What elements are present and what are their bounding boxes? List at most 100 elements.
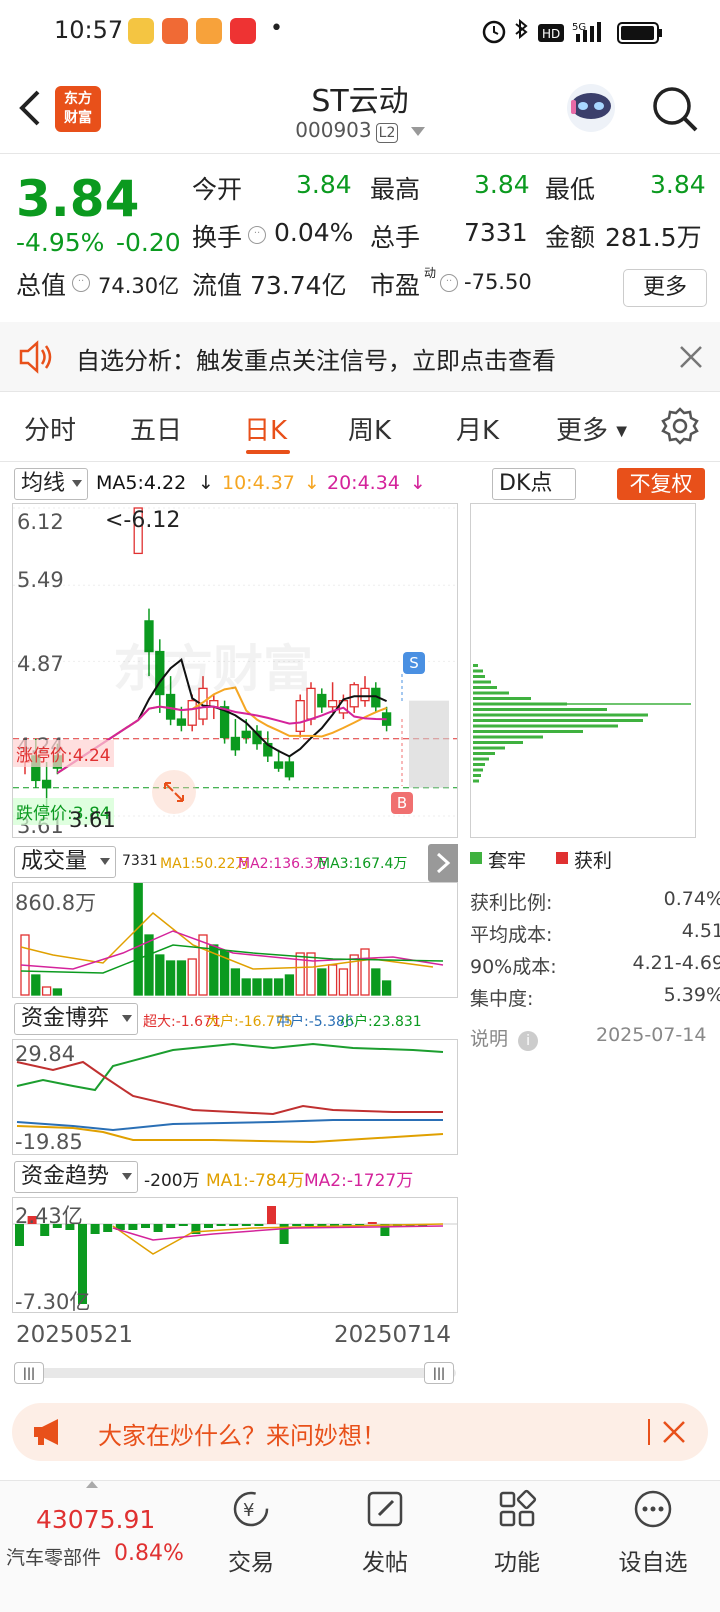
- more-dots-icon: [634, 1490, 672, 1528]
- candle: [360, 687, 370, 702]
- close-icon[interactable]: [678, 344, 704, 370]
- trend-bar: [128, 1224, 138, 1230]
- ma20-arrow: ↓: [410, 472, 426, 494]
- index-change: 0.84%: [114, 1541, 184, 1566]
- volume-panel: 860.8万: [12, 882, 458, 998]
- chip-bar: [473, 752, 495, 755]
- expand-panel-button[interactable]: [428, 844, 458, 882]
- expand-up-icon[interactable]: [86, 1481, 98, 1488]
- trend-bar: [229, 1224, 239, 1226]
- chip-bar: [473, 779, 479, 783]
- volume-value: 7331: [464, 218, 528, 247]
- robot-assistant-icon[interactable]: [563, 80, 619, 138]
- tab-five-day[interactable]: 五日: [130, 410, 182, 447]
- trend-bar: [103, 1224, 113, 1232]
- volume-ma1: MA1:50.22万: [160, 856, 250, 872]
- analysis-strip[interactable]: 自选分析：触发重点关注信号，立即点击查看: [0, 322, 720, 392]
- close-icon[interactable]: [662, 1420, 686, 1444]
- candle: [273, 761, 284, 769]
- chip-bar: [473, 724, 618, 728]
- chip-bar: [473, 680, 491, 684]
- volume-bar: [306, 952, 316, 996]
- chip-note[interactable]: 说明 i: [470, 1024, 539, 1051]
- scroll-handle-right[interactable]: |||: [424, 1362, 454, 1384]
- info-icon[interactable]: ··: [440, 274, 458, 292]
- expand-icon[interactable]: [151, 769, 197, 815]
- adjust-button[interactable]: 不复权: [617, 468, 705, 500]
- trend-bar: [292, 1224, 302, 1226]
- post-button[interactable]: 发帖: [330, 1489, 440, 1577]
- indicator-selector[interactable]: 均线: [14, 468, 88, 500]
- trend-bar: [178, 1224, 188, 1226]
- chip-bar: [473, 669, 483, 673]
- edit-icon: [367, 1491, 403, 1527]
- tab-monthly-k[interactable]: 月K: [456, 410, 499, 447]
- ma5-arrow: ↓: [198, 472, 214, 494]
- tab-intraday[interactable]: 分时: [24, 410, 76, 447]
- small-holder-line: [16, 1042, 444, 1092]
- trade-button[interactable]: ¥ 交易: [196, 1489, 306, 1577]
- change-amount: -0.20: [116, 228, 181, 257]
- bottom-bar: 43075.91 汽车零部件 0.84% ¥ 交易 发帖 功能 设自选: [0, 1480, 720, 1612]
- chart-scrollbar[interactable]: [14, 1368, 456, 1378]
- amount-label: 金额: [545, 223, 596, 252]
- y-label-top: 6.12: [17, 510, 64, 534]
- candle: [187, 700, 197, 726]
- banner-text: 大家在炒什么？来问妙想！: [98, 1422, 386, 1450]
- volume-bar: [144, 934, 154, 996]
- tab-weekly-k[interactable]: 周K: [348, 410, 391, 447]
- volume-bar: [230, 968, 241, 996]
- trend-bar: [216, 1224, 226, 1226]
- chip-bar: [473, 757, 489, 761]
- start-date: 20250521: [16, 1322, 134, 1348]
- chip-bar: [473, 763, 485, 766]
- taobao-app-icon: [162, 18, 188, 44]
- trend-bar: [141, 1224, 150, 1228]
- tab-daily-k[interactable]: 日K: [244, 410, 287, 447]
- kline-chart-panel[interactable]: 东方财富 6.12 5.49 4.87 4.24 3.61 <-6.12 涨停价…: [12, 503, 458, 838]
- index-value[interactable]: 43075.91: [36, 1505, 155, 1534]
- search-icon[interactable]: [650, 84, 700, 134]
- more-button[interactable]: 更多: [623, 269, 707, 307]
- volume-bar: [41, 986, 52, 996]
- volume-max-label: 860.8万: [15, 891, 97, 915]
- notification-dot: •: [270, 16, 283, 41]
- profit-legend: 获利: [574, 850, 613, 872]
- max-price-marker: <-6.12: [105, 508, 181, 533]
- info-icon[interactable]: ··: [72, 274, 90, 292]
- volume-bar: [133, 882, 143, 996]
- info-icon[interactable]: ··: [248, 226, 266, 244]
- tab-more[interactable]: 更多 ▼: [556, 410, 627, 447]
- ask-banner[interactable]: 大家在炒什么？来问妙想！: [12, 1403, 708, 1461]
- index-name[interactable]: 汽车零部件: [6, 1543, 101, 1570]
- capital-trend-value: -200万: [144, 1171, 200, 1191]
- scroll-handle-left[interactable]: |||: [14, 1362, 44, 1384]
- mktcap-value: 74.30亿: [98, 274, 180, 298]
- chip-row-concentration: 集中度: 5.39%: [470, 984, 720, 1010]
- capital-game-top: 29.84: [15, 1042, 76, 1066]
- volume-bar: [360, 948, 370, 996]
- volume-bar: [31, 974, 41, 996]
- chip-bar: [473, 741, 523, 744]
- capital-game-selector[interactable]: 资金博弈: [14, 1003, 138, 1035]
- pe-label: 市盈: [370, 271, 421, 300]
- add-watchlist-button[interactable]: 设自选: [598, 1489, 708, 1577]
- status-bar: 10:57 • HD 5G: [0, 0, 720, 66]
- volume-bar: [284, 974, 295, 996]
- chip-bar: [473, 708, 607, 711]
- info-icon: i: [518, 1031, 539, 1051]
- buy-signal-badge[interactable]: B: [391, 792, 413, 814]
- chip-bar: [473, 691, 509, 695]
- volume-selector[interactable]: 成交量: [14, 846, 116, 878]
- volume-bar: [263, 978, 273, 996]
- quote-panel: 3.84 -4.95% -0.20 总值 ·· 74.30亿 今开 3.84 最…: [0, 154, 720, 320]
- sell-signal-badge[interactable]: S: [403, 652, 425, 674]
- settings-gear-icon[interactable]: [660, 406, 700, 446]
- chip-bar: [473, 686, 497, 689]
- capital-trend-selector[interactable]: 资金趋势: [14, 1161, 138, 1193]
- capital-trend-top: 2.43亿: [15, 1204, 83, 1228]
- dk-point-selector[interactable]: DK点: [492, 468, 576, 500]
- capital-game-panel: 29.84 -19.85: [12, 1039, 458, 1155]
- functions-button[interactable]: 功能: [462, 1489, 572, 1577]
- candle: [327, 700, 338, 708]
